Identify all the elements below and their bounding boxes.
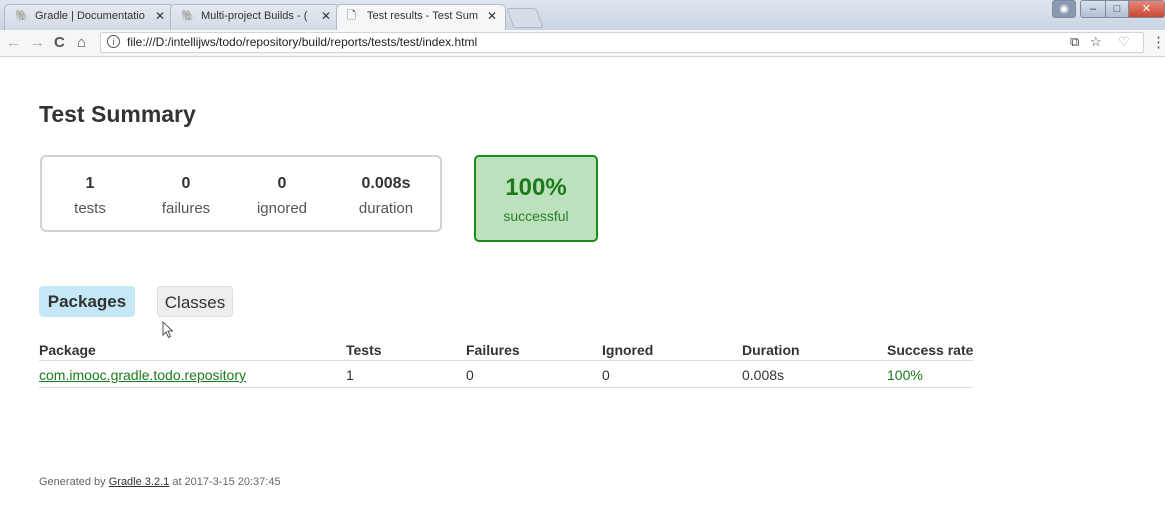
menu-icon[interactable]: ⋮ (1151, 33, 1165, 51)
tab-classes[interactable]: Classes (157, 286, 233, 317)
counter-duration: 0.008s duration (341, 174, 431, 217)
star-icon[interactable]: ☆ (1090, 34, 1102, 50)
cell-tests: 1 (346, 367, 354, 383)
window-close-button[interactable]: ✕ (1128, 0, 1165, 18)
tab-label: Gradle | Documentatio (35, 10, 145, 22)
counter-tests: 1 tests (45, 174, 135, 217)
gradle-elephant-icon: 🐘 (15, 10, 29, 22)
success-percent: 100% (505, 174, 567, 201)
translate-icon[interactable]: ⧉ (1070, 34, 1079, 50)
tab-label: Test results - Test Sum (367, 10, 479, 22)
header-ignored: Ignored (602, 342, 654, 358)
browser-tab-bar: 🐘 Gradle | Documentatio ✕ 🐘 Multi-projec… (0, 0, 1165, 30)
footer: Generated by Gradle 3.2.1 at 2017-3-15 2… (39, 476, 281, 488)
minimize-button[interactable]: – (1080, 0, 1106, 18)
address-bar[interactable]: i file:///D:/intellijws/todo/repository/… (100, 32, 1144, 53)
header-duration: Duration (742, 342, 800, 358)
counter-label: duration (358, 200, 414, 217)
counter-label: failures (161, 200, 211, 217)
forward-button[interactable]: → (30, 34, 45, 52)
gradle-elephant-icon: 🐘 (181, 10, 195, 22)
url-text[interactable]: file:///D:/intellijws/todo/repository/bu… (127, 35, 477, 49)
success-label: successful (503, 208, 569, 224)
close-icon[interactable]: ✕ (155, 5, 165, 27)
tab-label: Multi-project Builds - ( (201, 10, 308, 22)
reload-button[interactable]: C (54, 34, 65, 52)
cell-ignored: 0 (602, 367, 610, 383)
header-tests: Tests (346, 342, 382, 358)
counter-label: tests (74, 200, 106, 217)
counter-value: 0 (277, 175, 287, 192)
footer-prefix: Generated by (39, 476, 109, 488)
gradle-version-link[interactable]: Gradle 3.2.1 (109, 476, 170, 488)
browser-toolbar: ← → C ⌂ i file:///D:/intellijws/todo/rep… (0, 30, 1165, 57)
home-button[interactable]: ⌂ (77, 34, 86, 52)
tab-multi-project-builds[interactable]: 🐘 Multi-project Builds - ( ✕ (170, 4, 340, 30)
success-rate-box: 100% successful (474, 155, 598, 242)
page-title: Test Summary (39, 101, 196, 127)
counter-label: ignored (256, 200, 308, 217)
counter-ignored: 0 ignored (237, 174, 327, 217)
back-button[interactable]: ← (6, 34, 21, 52)
close-icon[interactable]: ✕ (487, 5, 497, 27)
footer-suffix: at 2017-3-15 20:37:45 (169, 476, 281, 488)
user-icon[interactable]: ◉ (1052, 0, 1076, 18)
tab-packages[interactable]: Packages (39, 286, 135, 317)
cell-duration: 0.008s (742, 367, 785, 383)
header-failures: Failures (466, 342, 520, 358)
package-link[interactable]: com.imooc.gradle.todo.repository (39, 367, 246, 383)
new-tab-button[interactable] (506, 8, 544, 28)
mouse-cursor-icon (162, 320, 174, 344)
summary-counters: 1 tests 0 failures 0 ignored 0.008s dura… (40, 155, 442, 232)
tab-test-results[interactable]: 🗋 Test results - Test Sum ✕ (336, 4, 506, 30)
maximize-button[interactable]: □ (1105, 0, 1129, 18)
header-success-rate: Success rate (887, 342, 974, 358)
table-row: com.imooc.gradle.todo.repository 1 0 0 0… (39, 361, 973, 388)
cell-success-rate: 100% (887, 367, 923, 383)
header-package: Package (39, 342, 96, 358)
info-icon[interactable]: i (107, 35, 120, 48)
tab-gradle-documentation[interactable]: 🐘 Gradle | Documentatio ✕ (4, 4, 174, 30)
counter-failures: 0 failures (141, 174, 231, 217)
page-icon: 🗋 (347, 10, 356, 22)
packages-table: Package Tests Failures Ignored Duration … (39, 342, 973, 388)
shield-icon[interactable]: ♡ (1118, 34, 1130, 50)
close-icon[interactable]: ✕ (321, 5, 331, 27)
counter-value: 0 (181, 175, 191, 192)
counter-value: 1 (85, 175, 95, 192)
counter-value: 0.008s (361, 175, 411, 192)
table-header: Package Tests Failures Ignored Duration … (39, 342, 973, 361)
cell-failures: 0 (466, 367, 474, 383)
